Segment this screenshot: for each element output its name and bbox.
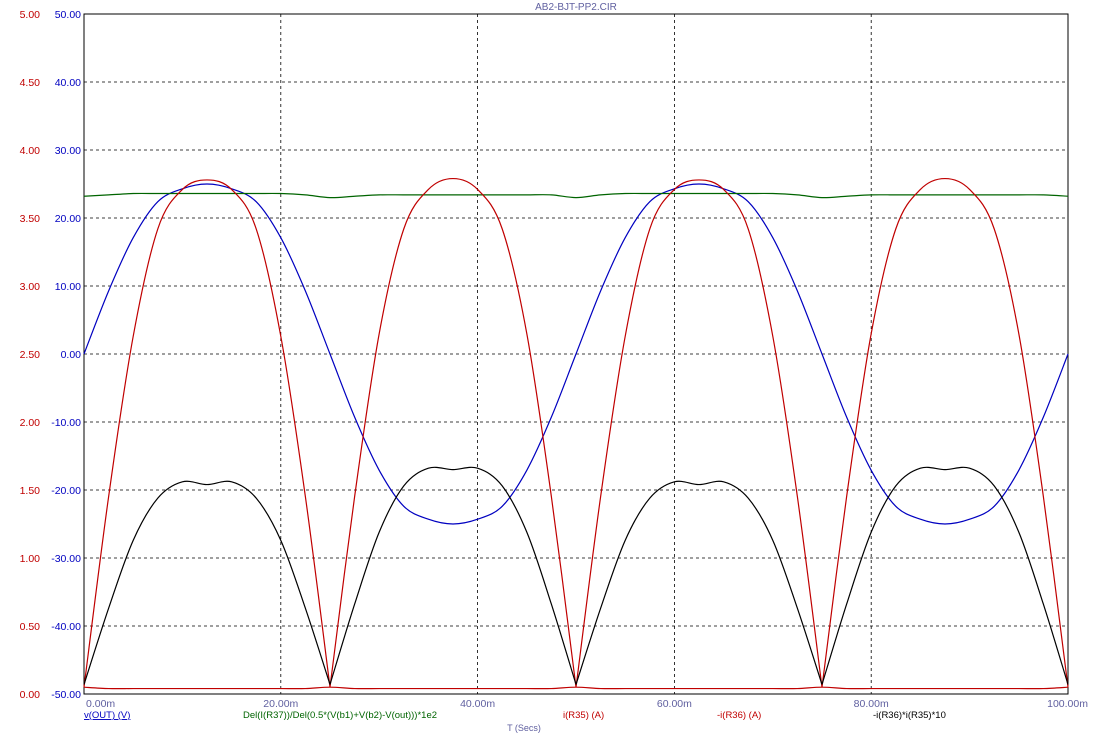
right-tick-label: -20.00 [51,485,81,497]
right-tick-label: -10.00 [51,417,81,429]
right-tick-label: 50.00 [55,9,81,21]
left-tick-label: 3.50 [20,213,41,225]
left-tick-label: 1.50 [20,485,41,497]
right-tick-label: -50.00 [51,689,81,701]
chart-title: AB2-BJT-PP2.CIR [535,2,617,13]
waveform-chart: 0.00 0.50 1.00 1.50 2.00 2.50 3.00 3.50 4.00 4.50… [0,0,1093,738]
x-tick-label: 100.00m [1047,698,1088,710]
x-tick-label: 40.00m [460,698,495,710]
right-tick-label: -40.00 [51,621,81,633]
left-tick-label: 5.00 [20,9,41,21]
right-tick-label: 10.00 [55,281,81,293]
legend-del-ir37[interactable]: Del(I(R37))/Del(0.5*(V(b1)+V(b2)-V(out))… [243,710,437,721]
left-tick-label: 1.00 [20,553,41,565]
left-tick-label: 0.00 [20,689,41,701]
left-tick-label: 3.00 [20,281,41,293]
legend-i-r35[interactable]: i(R35) (A) [563,710,604,721]
left-tick-label: 4.00 [20,145,41,157]
x-tick-label: 0.00m [86,698,115,710]
x-tick-label: 20.00m [263,698,298,710]
left-tick-label: 0.50 [20,621,41,633]
x-tick-label: 80.00m [854,698,889,710]
right-tick-label: 20.00 [55,213,81,225]
x-axis-label: T (Secs) [507,723,541,733]
legend-neg-i-r36[interactable]: -i(R36) (A) [717,710,761,721]
x-tick-label: 60.00m [657,698,692,710]
left-tick-label: 2.00 [20,417,41,429]
legend-v-out[interactable]: v(OUT) (V) [84,710,130,721]
right-tick-label: 0.00 [61,349,82,361]
right-tick-label: 40.00 [55,77,81,89]
chart-background [0,0,1093,738]
right-tick-label: 30.00 [55,145,81,157]
right-tick-label: -30.00 [51,553,81,565]
legend-power-product[interactable]: -i(R36)*i(R35)*10 [873,710,946,721]
left-tick-label: 2.50 [20,349,41,361]
left-tick-label: 4.50 [20,77,41,89]
